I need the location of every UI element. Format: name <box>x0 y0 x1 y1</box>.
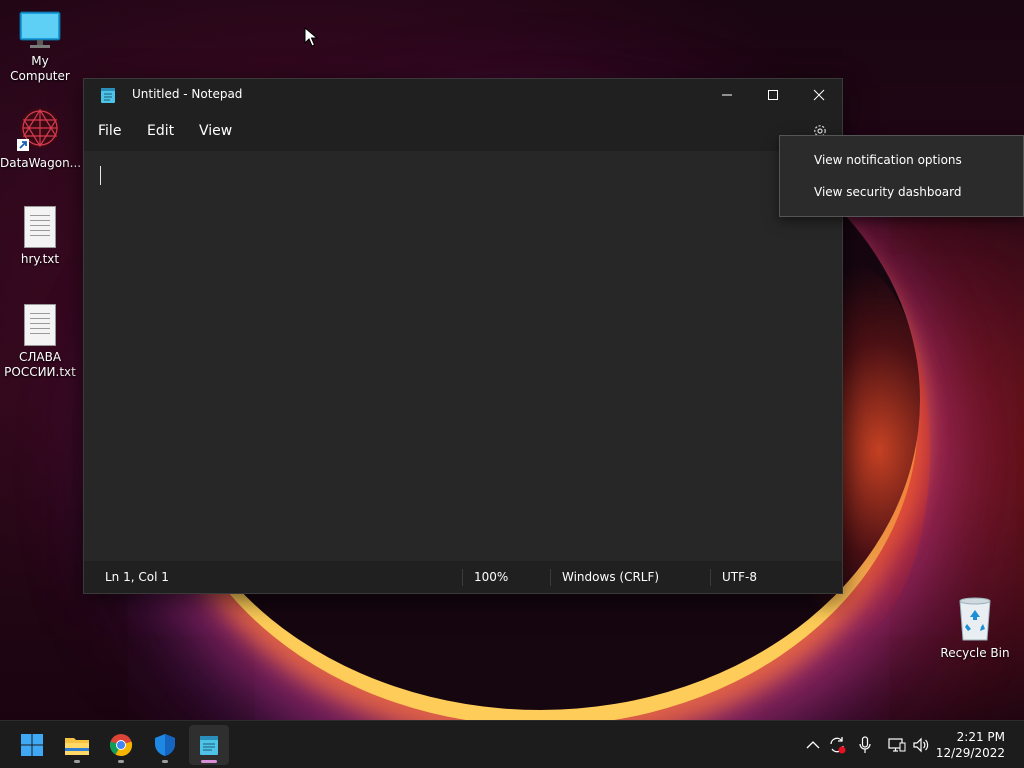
datawagon-shortcut-icon <box>17 108 60 151</box>
status-separator <box>462 569 463 586</box>
taskbar-file-explorer[interactable] <box>57 725 97 765</box>
desktop-icon-hry-txt[interactable]: hry.txt <box>0 206 80 267</box>
tray-context-menu: View notification options View security … <box>779 135 1024 217</box>
notepad-icon <box>200 736 218 755</box>
window-title: Untitled - Notepad <box>132 87 243 101</box>
view-security-dashboard-item[interactable]: View security dashboard <box>781 177 1022 207</box>
status-zoom: 100% <box>474 570 509 584</box>
desktop-icon-recycle-bin[interactable]: Recycle Bin <box>935 596 1015 661</box>
status-line-endings: Windows (CRLF) <box>562 570 660 584</box>
show-hidden-icons-button[interactable] <box>803 735 823 755</box>
taskbar-windows-security[interactable] <box>145 725 185 765</box>
desktop-icon-datawagon[interactable]: DataWagon... <box>0 106 82 171</box>
chevron-up-icon <box>806 741 820 749</box>
start-button[interactable] <box>12 725 52 765</box>
minimize-icon <box>722 94 732 96</box>
desktop-icon-slava-rossii-txt[interactable]: СЛАВА РОССИИ.txt <box>0 304 80 380</box>
desktop-icon-label: Recycle Bin <box>940 646 1010 660</box>
clock-date: 12/29/2022 <box>935 746 1005 760</box>
file-explorer-icon <box>65 738 89 755</box>
tray-network[interactable] <box>887 735 907 755</box>
sync-alert-icon <box>830 737 846 754</box>
running-indicator <box>74 760 80 763</box>
text-file-icon <box>24 206 56 248</box>
view-notification-options-item[interactable]: View notification options <box>781 145 1022 175</box>
desktop-icon-my-computer[interactable]: My Computer <box>0 10 80 84</box>
running-indicator <box>118 760 124 763</box>
status-separator <box>550 569 551 586</box>
desktop-icon-label: hry.txt <box>20 252 60 266</box>
clock-time: 2:21 PM <box>956 730 1005 744</box>
text-file-icon <box>24 304 56 346</box>
status-separator <box>710 569 711 586</box>
running-indicator <box>162 760 168 763</box>
monitor-icon <box>19 11 61 48</box>
tray-microphone[interactable] <box>855 735 875 755</box>
taskbar-notepad[interactable] <box>189 725 229 765</box>
desktop-icon-label: My Computer <box>10 54 70 83</box>
desktop-icon-label: DataWagon... <box>0 156 82 170</box>
tray-volume[interactable] <box>911 735 931 755</box>
menu-view[interactable]: View <box>199 123 232 139</box>
status-bar: Ln 1, Col 1 100% Windows (CRLF) UTF-8 <box>84 561 842 593</box>
network-icon <box>888 738 906 752</box>
status-line-column: Ln 1, Col 1 <box>105 570 169 584</box>
mouse-pointer-icon <box>304 27 318 47</box>
volume-icon <box>913 737 929 753</box>
text-caret <box>100 166 101 185</box>
taskbar: 2:21 PM 12/29/2022 <box>0 720 1024 768</box>
close-button[interactable] <box>796 79 842 111</box>
minimize-button[interactable] <box>704 79 750 111</box>
menu-edit[interactable]: Edit <box>147 123 174 139</box>
system-clock[interactable]: 2:21 PM 12/29/2022 <box>936 729 1005 761</box>
tray-update-status[interactable] <box>827 735 847 755</box>
chrome-icon <box>109 734 133 757</box>
menu-bar: File Edit View <box>84 111 842 151</box>
taskbar-chrome[interactable] <box>101 725 141 765</box>
status-encoding: UTF-8 <box>722 570 757 584</box>
recycle-bin-icon <box>959 597 991 641</box>
active-indicator <box>201 760 217 763</box>
maximize-button[interactable] <box>750 79 796 111</box>
notepad-titlebar[interactable]: Untitled - Notepad <box>84 79 842 111</box>
maximize-icon <box>768 90 778 100</box>
windows-security-icon <box>155 734 175 756</box>
notepad-icon <box>101 88 115 103</box>
notepad-window[interactable]: Untitled - Notepad File Edit View Ln 1, … <box>83 78 843 594</box>
microphone-icon <box>859 736 871 753</box>
close-icon <box>813 89 825 101</box>
start-icon <box>21 734 43 756</box>
text-editor-area[interactable] <box>84 151 842 561</box>
menu-file[interactable]: File <box>98 123 121 139</box>
desktop-icon-label: СЛАВА РОССИИ.txt <box>4 350 76 379</box>
